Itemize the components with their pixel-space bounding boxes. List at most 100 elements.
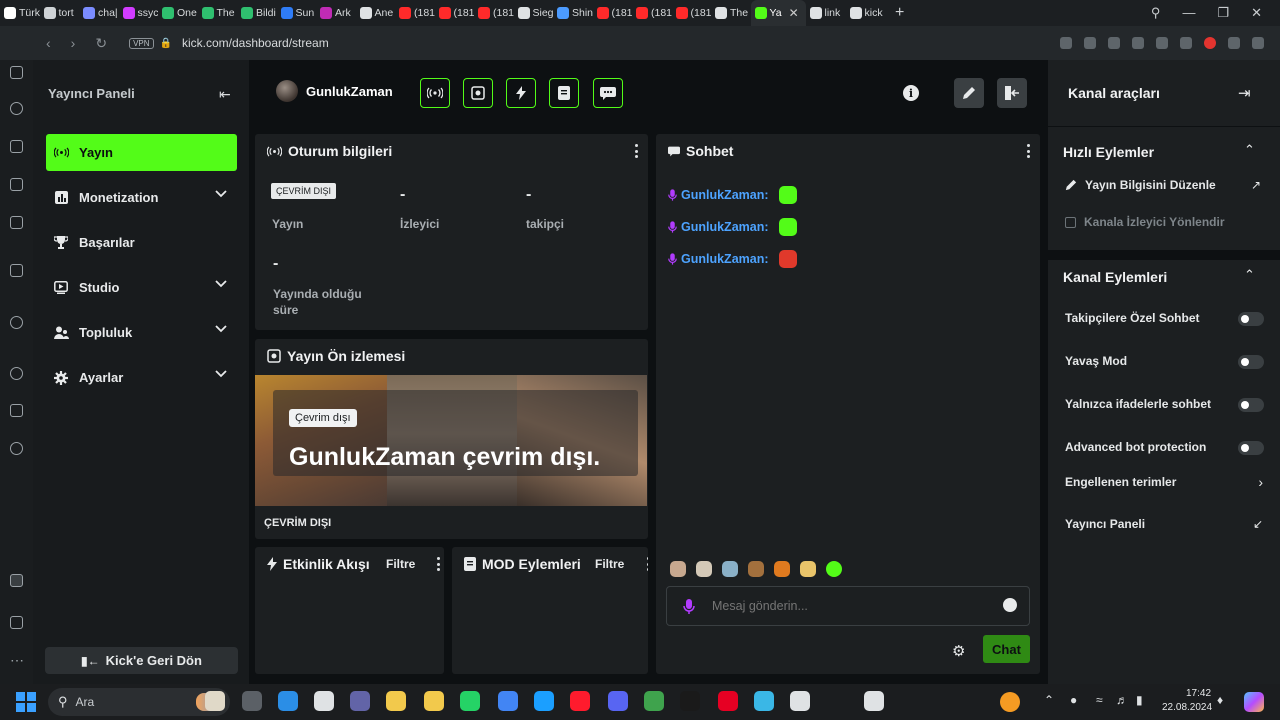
extensions-icon[interactable] [10,404,23,417]
bag-icon[interactable] [10,140,23,153]
taskbar-app-icon[interactable] [386,691,406,711]
chat-username[interactable]: GunlukZaman: [681,188,769,202]
emote-icon[interactable] [800,561,816,577]
new-tab-button[interactable]: + [895,4,904,22]
gamepad-icon[interactable] [10,66,23,79]
chat-popout-button[interactable] [593,78,623,108]
download-icon[interactable] [1228,37,1240,49]
creator-dashboard-link[interactable]: Yayıncı Paneli ↙ [1065,517,1263,531]
chat-menu-icon[interactable] [1026,144,1030,158]
reload-icon[interactable]: ↻ [95,35,107,52]
taskbar-app-icon[interactable] [718,691,738,711]
taskbar-app-icon[interactable] [278,691,298,711]
channel-action-toggle[interactable] [1238,312,1264,326]
quick-action-button[interactable] [506,78,536,108]
sidebar-item-yayn[interactable]: Yayın [46,134,237,171]
notes-button[interactable] [549,78,579,108]
collapse-tools-icon[interactable]: ⇥ [1238,84,1251,102]
taskbar-app-icon[interactable] [790,691,810,711]
taskbar-app-icon[interactable] [864,691,884,711]
edit-stream-info-action[interactable]: Yayın Bilgisini Düzenle ↗ [1065,178,1261,192]
emoji-picker-icon[interactable] [1003,598,1017,612]
emote-icon[interactable] [722,561,738,577]
taskbar-app-icon[interactable] [570,691,590,711]
edit-layout-button[interactable] [954,78,984,108]
channel-action-toggle[interactable] [1238,355,1264,369]
taskbar-app-icon[interactable] [242,691,262,711]
chat-username[interactable]: GunlukZaman: [681,252,769,266]
sidebar-item-ayarlar[interactable]: Ayarlar [46,359,237,396]
session-menu-icon[interactable] [634,144,638,158]
maximize-icon[interactable]: ❐ [1217,5,1229,21]
broadcast-toggle-button[interactable] [420,78,450,108]
mod-menu-icon[interactable] [646,557,648,571]
windows-start-icon[interactable] [16,692,36,712]
sidebar-active-icon[interactable] [10,574,23,587]
battery-icon[interactable]: ▮ [1136,693,1143,707]
activity-menu-icon[interactable] [436,557,440,571]
browser-tab[interactable]: (181 [632,0,672,26]
chat-input-box[interactable] [666,586,1030,626]
taskbar-app-icon[interactable] [460,691,480,711]
volume-icon[interactable]: ♬ [1116,693,1128,707]
chat-message-input[interactable] [712,597,992,615]
layout-panel-button[interactable] [997,78,1027,108]
browser-tab[interactable]: Shin [553,0,593,26]
screenshot-button[interactable] [463,78,493,108]
back-to-kick-button[interactable]: ▮← Kick'e Geri Dön [45,647,238,674]
emote-icon[interactable] [670,561,686,577]
share-icon[interactable] [10,616,23,629]
chat-username[interactable]: GunlukZaman: [681,220,769,234]
forward-icon[interactable]: › [71,35,76,52]
browser-tab[interactable]: (181 [672,0,711,26]
profile-icon[interactable] [1204,37,1216,49]
extension-icon[interactable] [1060,37,1072,49]
emote-icon[interactable] [778,250,797,268]
browser-tab[interactable]: Ane [356,0,396,26]
channel-header[interactable]: GunlukZaman [276,80,393,102]
send-icon[interactable] [1132,37,1144,49]
url-field[interactable]: kick.com/dashboard/stream [182,36,329,50]
taskbar-search[interactable]: ⚲ Ara [48,688,230,716]
browser-tab[interactable]: One [158,0,198,26]
emote-icon[interactable] [778,186,797,204]
shield-icon[interactable] [1108,37,1120,49]
browser-tab[interactable]: (181 [593,0,632,26]
browser-tab[interactable]: ssyc [119,0,158,26]
sidebar-item-studio[interactable]: Studio [46,269,237,306]
quick-actions-chevron-up-icon[interactable]: ⌃ [1244,142,1255,158]
tray-chevron-up-icon[interactable]: ⌃ [1044,693,1054,707]
emote-icon[interactable] [826,561,842,577]
channel-action-toggle[interactable] [1238,398,1264,412]
emote-icon[interactable] [696,561,712,577]
browser-tab[interactable]: Sun [277,0,317,26]
close-tab-icon[interactable]: ✕ [789,6,799,20]
chat-settings-icon[interactable]: ⚙ [952,642,965,660]
sidebar-item-monetization[interactable]: Monetization [46,179,237,216]
history-icon[interactable] [10,367,23,380]
heart-icon[interactable] [1156,37,1168,49]
collapse-sidebar-icon[interactable]: ⇤ [219,86,231,103]
taskbar-app-icon[interactable] [680,691,700,711]
browser-tab[interactable]: (181 [435,0,474,26]
minimize-icon[interactable]: — [1182,5,1195,21]
twitch-icon[interactable] [10,178,23,191]
vpn-badge[interactable]: VPN [129,37,154,49]
browser-tab[interactable]: Ya ✕ [750,0,806,26]
flow-icon[interactable] [10,264,23,277]
browser-tab[interactable]: (181 [395,0,435,26]
camera-icon[interactable] [1084,37,1096,49]
notification-app-icon[interactable] [1000,692,1020,712]
copilot-icon[interactable] [1244,692,1264,712]
taskbar-app-icon[interactable] [754,691,774,711]
taskbar-app-icon[interactable] [424,691,444,711]
settings-icon[interactable] [10,442,23,455]
speedometer-icon[interactable] [10,102,23,115]
more-icon[interactable]: ⋯ [10,652,24,669]
raid-channel-action[interactable]: Kanala İzleyici Yönlendir [1065,215,1225,229]
emote-icon[interactable] [778,218,797,236]
activity-filter-button[interactable]: Filtre [386,557,415,571]
browser-tab[interactable]: Bildi [237,0,277,26]
browser-tab[interactable]: Ark [316,0,356,26]
info-icon[interactable]: i [903,85,919,101]
